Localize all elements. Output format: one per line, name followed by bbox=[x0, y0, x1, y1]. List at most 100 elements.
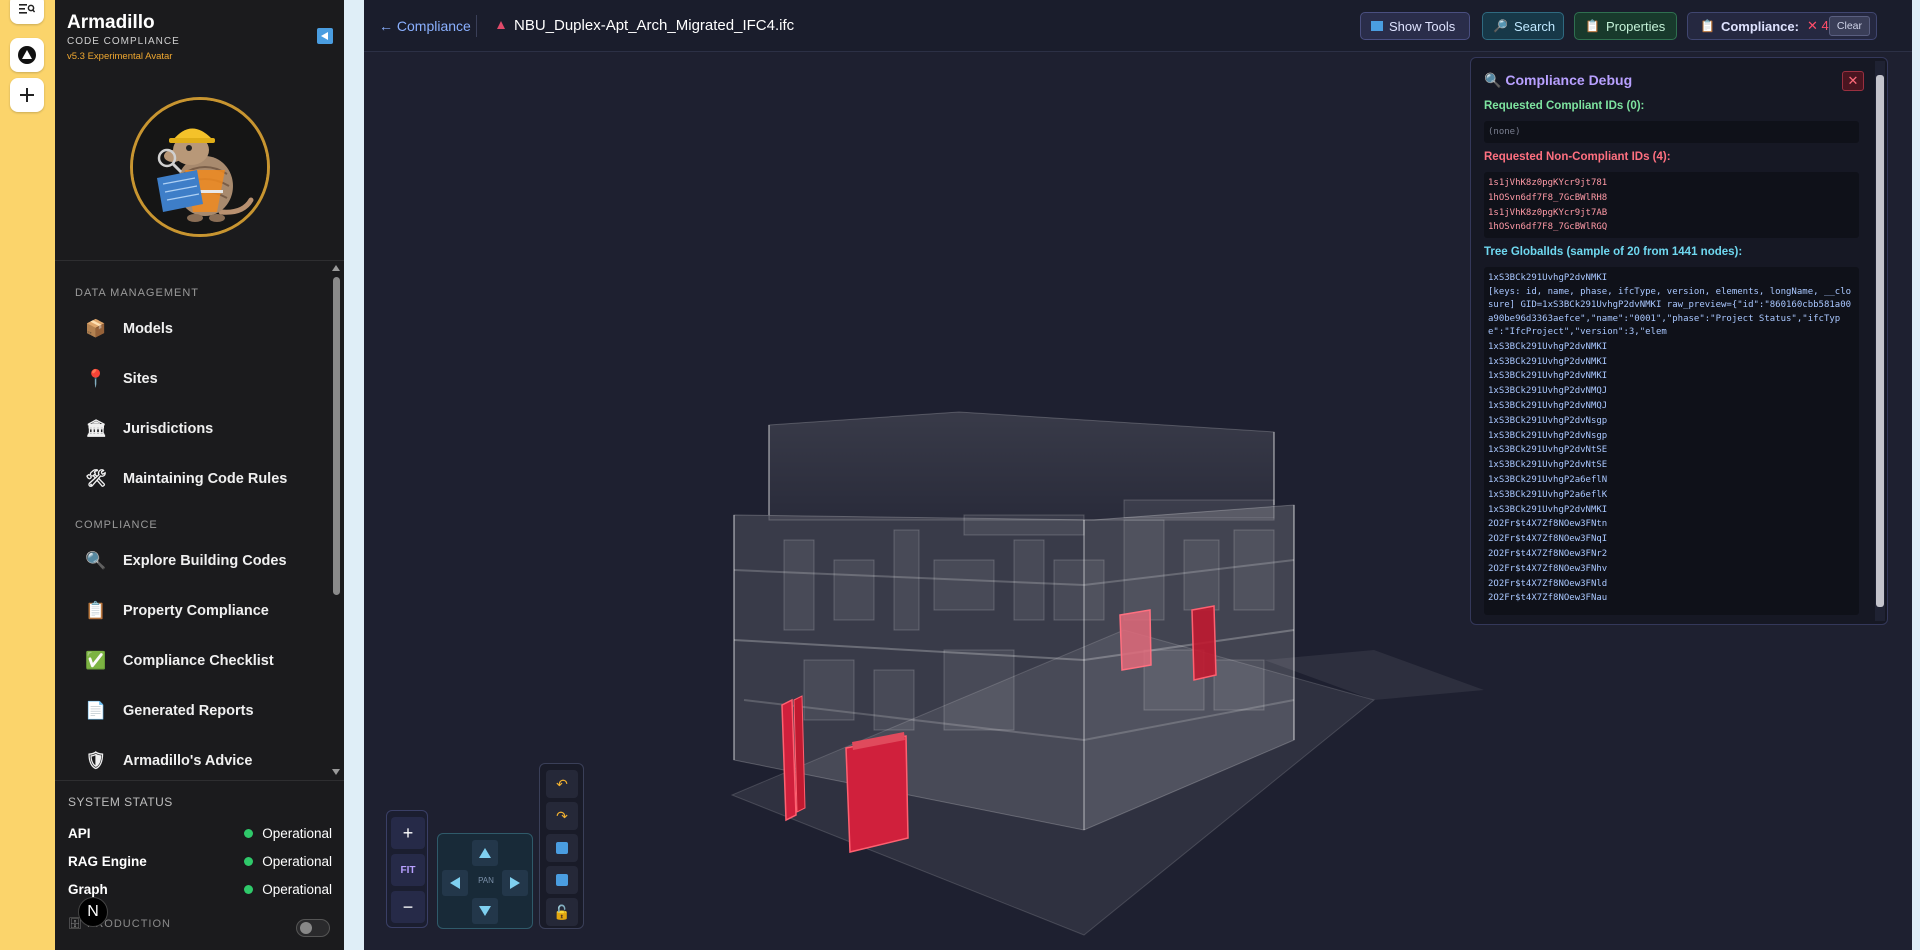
pan-left-button[interactable] bbox=[442, 870, 468, 896]
tree-id: 1xS3BCk291UvhgP2dvNMKI bbox=[1488, 273, 1608, 283]
sidebar-item-label: Armadillo's Advice bbox=[123, 753, 253, 769]
debug-close-button[interactable]: ✕ bbox=[1842, 71, 1864, 91]
status-dot-icon bbox=[244, 856, 254, 866]
sidebar-item-label: Sites bbox=[123, 371, 158, 387]
fit-button[interactable]: FIT bbox=[391, 854, 425, 886]
scroll-thumb[interactable] bbox=[333, 277, 340, 595]
noncompliant-id: 1s1jVhK8z0pgKYcr9jt7AB bbox=[1488, 207, 1608, 218]
model-viewport[interactable]: ← Compliance NBU_Duplex-Apt_Arch_Migrate… bbox=[364, 0, 1912, 950]
sidebar-item-compliance-checklist[interactable]: ✅ Compliance Checklist bbox=[55, 636, 327, 686]
tree-id-list: 1xS3BCk291UvhgP2dvNMKI 1xS3BCk291UvhgP2dv… bbox=[1488, 340, 1855, 606]
rotate-right-icon[interactable]: ↷ bbox=[546, 802, 578, 830]
arrow-left-icon bbox=[450, 877, 460, 889]
pin-icon: 📍 bbox=[85, 369, 107, 388]
tree-id: 2O2Fr$t4X7Zf8NOew3FNr2 bbox=[1488, 548, 1608, 559]
tree-id: 1xS3BCk291UvhgP2a6eflN bbox=[1488, 474, 1608, 485]
show-tools-button[interactable]: Show Tools bbox=[1360, 12, 1470, 40]
bank-icon: 🏛 bbox=[85, 419, 107, 438]
sidebar-divider bbox=[55, 260, 344, 261]
magnifier-icon: 🔍 bbox=[85, 551, 107, 570]
noncompliant-id: 1hOSvn6df7F8_7GcBWlRGQ bbox=[1488, 222, 1608, 233]
pan-up-button[interactable] bbox=[472, 840, 498, 866]
status-dot-icon bbox=[244, 828, 254, 838]
status-state: Operational bbox=[244, 882, 332, 897]
viewer-area: ← Compliance NBU_Duplex-Apt_Arch_Migrate… bbox=[344, 0, 1920, 950]
model-file-name: NBU_Duplex-Apt_Arch_Migrated_IFC4.ifc bbox=[514, 17, 795, 34]
tree-keys-preview: [keys: id, name, phase, ifcType, version… bbox=[1488, 286, 1852, 338]
production-toggle[interactable] bbox=[296, 919, 330, 937]
debug-scrollbar[interactable] bbox=[1875, 61, 1885, 621]
tree-id: 2O2Fr$t4X7Zf8NOew3FNqI bbox=[1488, 534, 1608, 545]
back-to-compliance-link[interactable]: ← Compliance bbox=[379, 18, 471, 34]
sidebar-nav: DATA MANAGEMENT 📦 Models 📍 Sites 🏛 Juris… bbox=[55, 262, 327, 777]
vercel-icon[interactable] bbox=[10, 38, 44, 72]
zoom-out-button[interactable]: − bbox=[391, 891, 425, 923]
sidebar-item-explore-building-codes[interactable]: 🔍 Explore Building Codes bbox=[55, 536, 327, 586]
toolbar-separator bbox=[476, 15, 477, 37]
tree-id: 2O2Fr$t4X7Zf8NOew3FNau bbox=[1488, 593, 1608, 604]
nav-section-data-management: DATA MANAGEMENT bbox=[75, 287, 199, 299]
scroll-up-icon[interactable] bbox=[332, 265, 340, 271]
tree-id: 1xS3BCk291UvhgP2dvNMKI bbox=[1488, 341, 1608, 352]
camera-view-icon[interactable] bbox=[546, 834, 578, 862]
brand: Armadillo CODE COMPLIANCE v5.3 Experimen… bbox=[67, 12, 180, 62]
box-icon: 📦 bbox=[85, 319, 107, 338]
tree-id: 2O2Fr$t4X7Zf8NOew3FNtn bbox=[1488, 519, 1608, 530]
tools-icon: 🛠 bbox=[85, 469, 107, 488]
status-state: Operational bbox=[244, 854, 332, 869]
sidebar-item-generated-reports[interactable]: 📄 Generated Reports bbox=[55, 686, 327, 736]
system-status-title: SYSTEM STATUS bbox=[68, 795, 173, 809]
tree-id: 1xS3BCk291UvhgP2dvNMKI bbox=[1488, 504, 1608, 515]
nav-section-compliance: COMPLIANCE bbox=[75, 519, 158, 531]
pan-right-button[interactable] bbox=[502, 870, 528, 896]
plus-icon[interactable] bbox=[10, 78, 44, 112]
zoom-in-button[interactable]: + bbox=[391, 817, 425, 849]
clear-compliance-button[interactable]: Clear bbox=[1828, 16, 1870, 36]
tree-id: 1xS3BCk291UvhgP2dvNsgp bbox=[1488, 415, 1608, 426]
compliant-ids-heading: Requested Compliant IDs (0): bbox=[1484, 100, 1645, 112]
debug-title-text: Compliance Debug bbox=[1505, 72, 1633, 88]
pan-down-button[interactable] bbox=[472, 898, 498, 924]
sidebar-item-maintaining-code-rules[interactable]: 🛠 Maintaining Code Rules bbox=[55, 454, 327, 504]
search-button[interactable]: 🔎 Search bbox=[1482, 12, 1564, 40]
camera-reset-icon[interactable] bbox=[546, 866, 578, 894]
tree-globalids-heading: Tree GlobalIds (sample of 20 from 1441 n… bbox=[1484, 246, 1743, 258]
debug-scroll-thumb[interactable] bbox=[1876, 75, 1884, 607]
compliance-status-pill: 📋 Compliance: ✕ 4 Clear bbox=[1687, 12, 1877, 40]
debug-title: 🔍 Compliance Debug bbox=[1484, 72, 1632, 89]
sidebar-item-jurisdictions[interactable]: 🏛 Jurisdictions bbox=[55, 404, 327, 454]
sidebar-item-armadillos-advice[interactable]: 🛡 Armadillo's Advice bbox=[55, 736, 327, 777]
sidebar: Armadillo CODE COMPLIANCE v5.3 Experimen… bbox=[55, 0, 344, 950]
sidebar-item-sites[interactable]: 📍 Sites bbox=[55, 354, 327, 404]
clipboard-icon: 📋 bbox=[85, 601, 107, 620]
search-list-icon[interactable] bbox=[10, 0, 44, 24]
lock-icon[interactable]: 🔓 bbox=[546, 898, 578, 926]
scroll-down-icon[interactable] bbox=[332, 769, 340, 775]
clipboard-icon: 📋 bbox=[1585, 19, 1600, 33]
system-status: SYSTEM STATUS API Operational RAG Engine… bbox=[55, 780, 344, 950]
noncompliant-id: 1s1jVhK8z0pgKYcr9jt781 bbox=[1488, 178, 1608, 188]
viewer-toolbar: ← Compliance NBU_Duplex-Apt_Arch_Migrate… bbox=[364, 0, 1912, 52]
clipboard-icon: 📋 bbox=[1700, 19, 1715, 33]
tree-id: 1xS3BCk291UvhgP2dvNtSE bbox=[1488, 445, 1608, 456]
sidebar-scrollbar[interactable] bbox=[330, 262, 342, 778]
noncompliant-ids-box: 1s1jVhK8z0pgKYcr9jt781 1hOSvn6df7F8_7GcB… bbox=[1484, 172, 1859, 238]
collapse-sidebar-icon[interactable] bbox=[317, 28, 333, 44]
tree-id: 1xS3BCk291UvhgP2dvNMKI bbox=[1488, 371, 1608, 382]
status-state-label: Operational bbox=[262, 825, 332, 841]
properties-label: Properties bbox=[1605, 18, 1666, 34]
sidebar-item-property-compliance[interactable]: 📋 Property Compliance bbox=[55, 586, 327, 636]
tree-id: 2O2Fr$t4X7Zf8NOew3FNhv bbox=[1488, 563, 1608, 574]
sidebar-item-label: Maintaining Code Rules bbox=[123, 471, 288, 487]
tree-id: 1xS3BCk291UvhgP2dvNtSE bbox=[1488, 460, 1608, 471]
compliant-ids-box: (none) bbox=[1484, 121, 1859, 143]
sidebar-item-label: Jurisdictions bbox=[123, 421, 214, 437]
rotate-left-icon[interactable]: ↶ bbox=[546, 770, 578, 798]
sidebar-item-models[interactable]: 📦 Models bbox=[55, 304, 327, 354]
show-tools-label: Show Tools bbox=[1389, 18, 1456, 34]
properties-button[interactable]: 📋 Properties bbox=[1574, 12, 1677, 40]
camera-controls: ↶ ↷ 🔓 bbox=[539, 763, 584, 929]
zoom-controls: + FIT − bbox=[386, 810, 428, 928]
app-rail bbox=[0, 0, 55, 950]
next-badge-icon[interactable]: N bbox=[78, 897, 108, 927]
